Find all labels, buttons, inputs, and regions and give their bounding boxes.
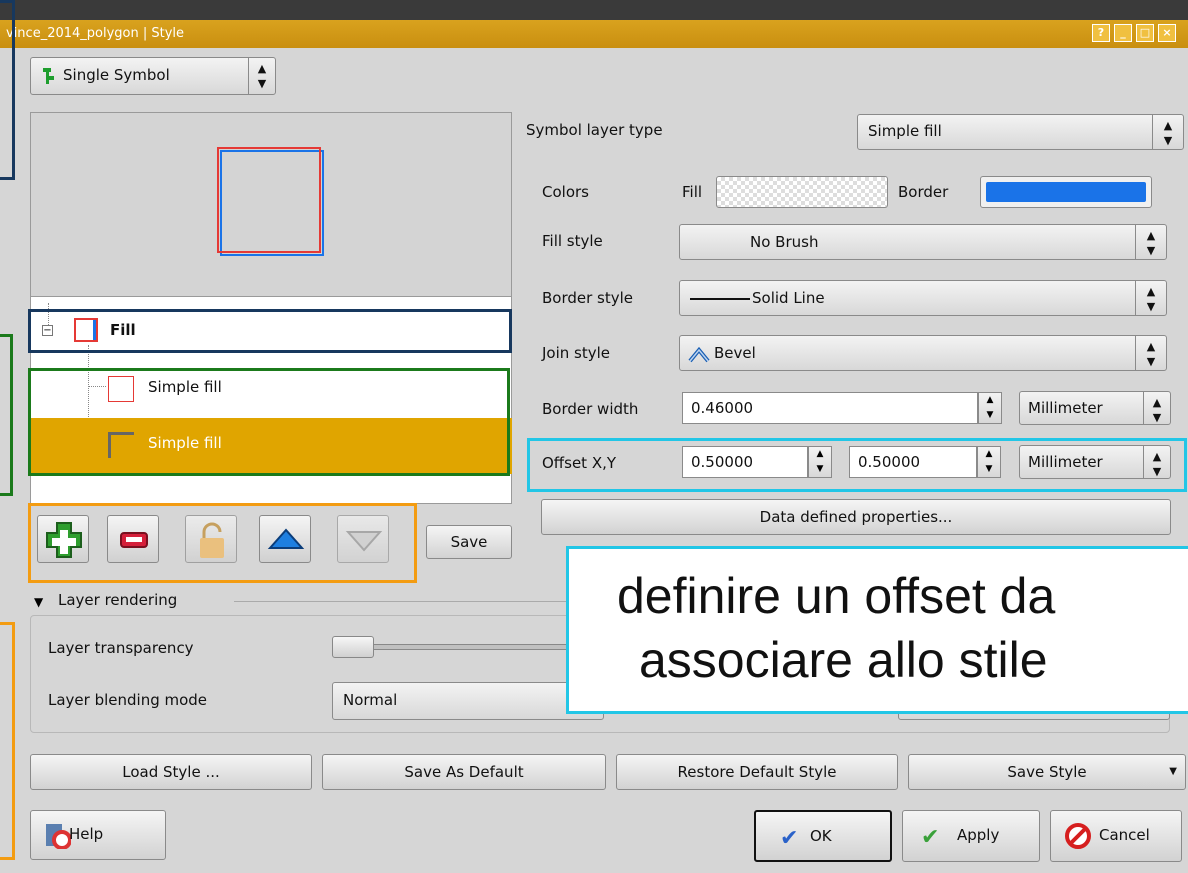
minimize-window-button[interactable]: _ [1114,24,1132,42]
solid-line-icon [690,298,750,300]
layer-rendering-header: Layer rendering [58,591,178,609]
colors-label: Colors [542,183,589,201]
border-width-unit-combo[interactable]: Millimeter ▲ ▼ [1019,391,1171,425]
border-style-label: Border style [542,289,634,307]
cancel-icon [1065,823,1091,849]
join-style-value: Bevel [714,344,756,362]
bevel-join-icon [688,345,710,363]
ok-button[interactable]: ✔ OK [754,810,892,862]
check-icon: ✔ [780,826,799,851]
renderer-combo[interactable]: Single Symbol ▲ ▼ [30,57,276,95]
annotation-callout: definire un offset da associare allo sti… [566,546,1188,714]
border-width-spinner[interactable]: ▲ ▼ [978,392,1002,424]
highlight-fill-root [28,309,512,353]
load-style-button[interactable]: Load Style ... [30,754,312,790]
apply-button[interactable]: ✔ Apply [902,810,1040,862]
single-symbol-icon [41,67,55,85]
group-divider [234,601,574,602]
save-style-label: Save Style [1007,763,1087,781]
offset-x-value: 0.50000 [691,453,754,471]
preview-square-red [217,147,321,253]
add-layer-button[interactable] [37,515,89,563]
offset-y-spinner[interactable]: ▲ ▼ [977,446,1001,478]
save-as-default-button[interactable]: Save As Default [322,754,606,790]
fill-style-label: Fill style [542,232,603,250]
symbol-layer-type-label: Symbol layer type [526,121,663,139]
restore-default-style-button[interactable]: Restore Default Style [616,754,898,790]
window-title: vince_2014_polygon | Style [6,26,185,41]
remove-layer-button[interactable] [107,515,159,563]
border-width-value: 0.46000 [691,399,754,417]
join-style-combo[interactable]: Bevel ▲ ▼ [679,335,1167,371]
dropdown-arrow-icon: ▼ [1169,766,1177,777]
border-width-input[interactable]: 0.46000 [682,392,978,424]
ok-label: OK [810,827,832,845]
maximize-window-button[interactable]: □ [1136,24,1154,42]
combo-arrow-icon: ▲ ▼ [1135,281,1166,315]
help-window-button[interactable]: ? [1092,24,1110,42]
border-color-swatch [986,182,1146,202]
help-label: Help [69,825,104,843]
save-style-button[interactable]: Save Style ▼ [908,754,1186,790]
move-up-button[interactable] [259,515,311,563]
cancel-button[interactable]: Cancel [1050,810,1182,862]
layer-transparency-label: Layer transparency [48,639,194,657]
layer-blending-combo[interactable]: Normal [332,682,604,720]
combo-arrow-icon: ▲ ▼ [1152,115,1183,149]
fill-color-button[interactable] [716,176,888,208]
combo-arrow-icon: ▲ ▼ [1135,336,1166,370]
check-icon: ✔ [921,825,940,850]
border-style-value: Solid Line [752,289,825,307]
help-icon [45,823,72,850]
help-button[interactable]: Help [30,810,166,860]
annotation-line-1: definire un offset da [617,568,1056,624]
offset-x-spinner[interactable]: ▲ ▼ [808,446,832,478]
symbol-layer-type-combo[interactable]: Simple fill ▲ ▼ [857,114,1184,150]
save-symbol-button[interactable]: Save [426,525,512,559]
border-color-label: Border [898,183,949,201]
renderer-combo-value: Single Symbol [63,66,170,84]
highlight-left-edge-orange [0,622,15,860]
border-color-button[interactable] [980,176,1152,208]
lock-layer-button[interactable] [185,515,237,563]
offset-label: Offset X,Y [542,454,617,472]
border-style-combo[interactable]: Solid Line ▲ ▼ [679,280,1167,316]
fill-style-combo[interactable]: No Brush ▲ ▼ [679,224,1167,260]
combo-arrow-icon: ▲ ▼ [1143,392,1170,424]
offset-y-input[interactable]: 0.50000 [849,446,977,478]
data-defined-properties-button[interactable]: Data defined properties... [541,499,1171,535]
apply-label: Apply [957,826,1000,844]
layer-blending-value: Normal [343,691,398,709]
background-strip [0,0,1188,20]
offset-unit-combo[interactable]: Millimeter ▲ ▼ [1019,445,1171,479]
symbol-layer-type-value: Simple fill [868,122,942,140]
highlight-simple-fills [28,368,510,476]
fill-color-label: Fill [682,183,703,201]
highlight-left-edge [0,0,15,180]
close-window-button[interactable]: × [1158,24,1176,42]
annotation-line-2: associare allo stile [639,632,1048,688]
offset-y-value: 0.50000 [858,453,921,471]
expand-triangle-icon[interactable]: ▼ [34,595,43,609]
combo-arrow-icon: ▲ ▼ [248,58,275,94]
border-width-unit-value: Millimeter [1028,399,1103,417]
layer-blending-label: Layer blending mode [48,691,208,709]
move-down-button[interactable] [337,515,389,563]
combo-arrow-icon: ▲ ▼ [1143,446,1170,478]
fill-style-value: No Brush [750,233,819,251]
border-width-label: Border width [542,400,639,418]
highlight-left-edge-green [0,334,13,496]
window-titlebar[interactable]: vince_2014_polygon | Style ? _ □ × [0,20,1188,48]
join-style-label: Join style [542,344,611,362]
offset-x-input[interactable]: 0.50000 [682,446,808,478]
offset-unit-value: Millimeter [1028,453,1103,471]
style-dialog: Single Symbol ▲ ▼ − Fill Simple fill Simp… [0,0,1188,873]
transparency-slider-handle[interactable] [332,636,374,658]
combo-arrow-icon: ▲ ▼ [1135,225,1166,259]
cancel-label: Cancel [1099,826,1150,844]
